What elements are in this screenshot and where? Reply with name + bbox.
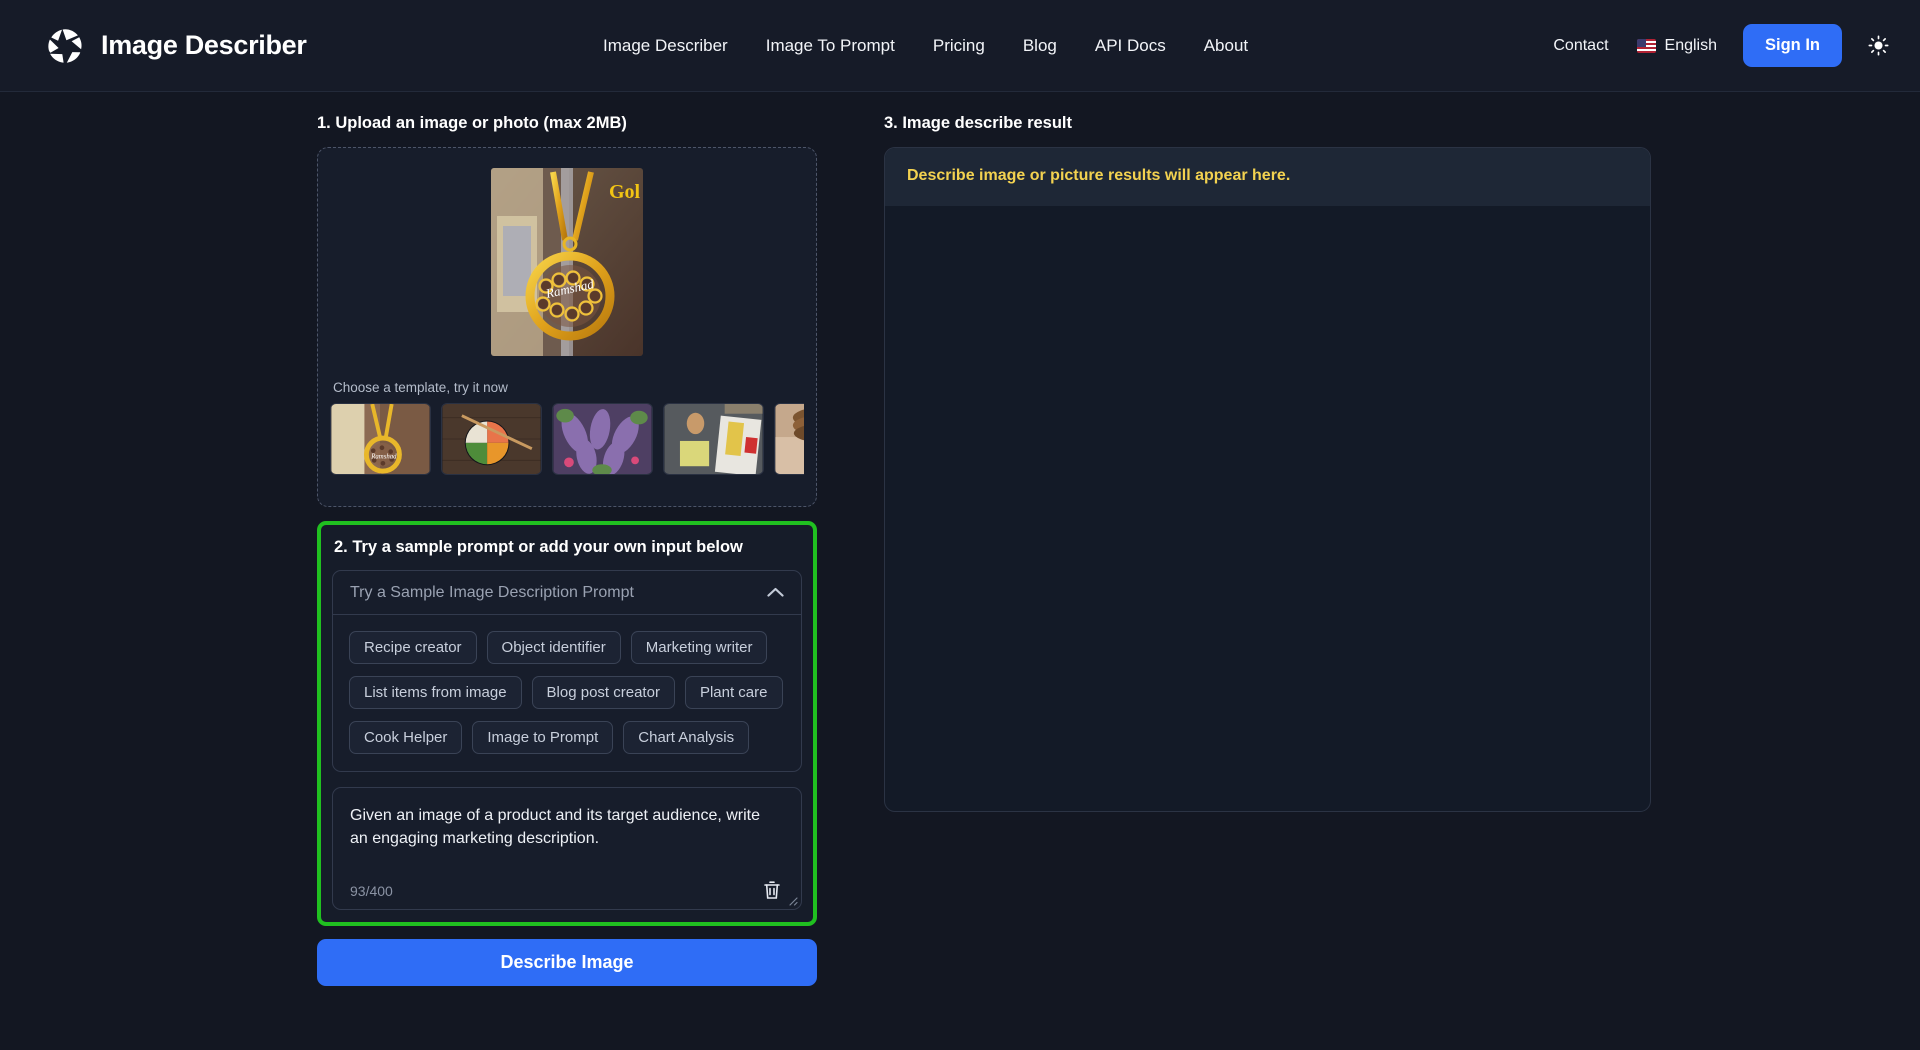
- prompt-textarea-value: Given an image of a product and its targ…: [350, 807, 761, 848]
- textarea-resize-handle[interactable]: [786, 894, 798, 906]
- right-column: 3. Image describe result Describe image …: [884, 114, 1651, 986]
- prompt-chip-list-items-from-image[interactable]: List items from image: [349, 676, 522, 709]
- preview-gold-pendant-image: Gol Ramshad: [491, 168, 643, 356]
- sign-in-button[interactable]: Sign In: [1743, 24, 1842, 67]
- thumbnail-food-bowl[interactable]: [441, 403, 542, 475]
- language-label: English: [1664, 36, 1717, 54]
- prompt-chip-object-identifier[interactable]: Object identifier: [486, 631, 621, 664]
- svg-text:Gol: Gol: [609, 181, 641, 203]
- prompt-section: 2. Try a sample prompt or add your own i…: [317, 521, 817, 926]
- us-flag-icon: [1636, 38, 1656, 53]
- prompt-chip-cook-helper[interactable]: Cook Helper: [349, 721, 463, 754]
- aperture-icon: [48, 28, 82, 63]
- thumbnail-udon-package[interactable]: [663, 403, 764, 475]
- language-switcher[interactable]: English: [1623, 29, 1731, 63]
- chevron-up-icon: [767, 587, 784, 597]
- brand-logo-link[interactable]: Image Describer: [45, 26, 307, 66]
- sun-icon: [1867, 35, 1889, 56]
- result-placeholder-text: Describe image or picture results will a…: [907, 167, 1291, 184]
- contact-link[interactable]: Contact: [1539, 29, 1622, 63]
- nav-item-blog[interactable]: Blog: [1004, 28, 1076, 64]
- prompt-chip-plant-care[interactable]: Plant care: [684, 676, 783, 709]
- template-hint-label: Choose a template, try it now: [333, 380, 508, 395]
- nav-item-about[interactable]: About: [1185, 28, 1267, 64]
- nav-item-image-describer[interactable]: Image Describer: [584, 28, 747, 64]
- brand-title: Image Describer: [101, 30, 307, 60]
- prompt-chip-marketing-writer[interactable]: Marketing writer: [630, 631, 768, 664]
- thumbnail-purple-plant[interactable]: [552, 403, 653, 475]
- describe-image-button[interactable]: Describe Image: [317, 939, 817, 986]
- template-thumbnail-row[interactable]: Ramshad: [330, 403, 804, 475]
- prompt-chip-list: Recipe creator Object identifier Marketi…: [332, 615, 802, 772]
- header-actions: Contact English Sign In: [1539, 24, 1898, 67]
- left-column: 1. Upload an image or photo (max 2MB) Go…: [317, 114, 817, 986]
- prompt-chip-image-to-prompt[interactable]: Image to Prompt: [472, 721, 614, 754]
- theme-toggle-button[interactable]: [1858, 26, 1898, 66]
- nav-item-api-docs[interactable]: API Docs: [1076, 28, 1185, 64]
- upload-dropzone[interactable]: Gol Ramshad Choose a template, try it no…: [317, 147, 817, 507]
- prompt-chip-chart-analysis[interactable]: Chart Analysis: [623, 721, 750, 754]
- nav-item-pricing[interactable]: Pricing: [914, 28, 1004, 64]
- prompt-chip-blog-post-creator[interactable]: Blog post creator: [531, 676, 675, 709]
- result-step-label: 3. Image describe result: [884, 114, 1073, 132]
- character-counter: 93/400: [350, 883, 393, 899]
- sample-prompt-select[interactable]: Try a Sample Image Description Prompt: [332, 570, 802, 615]
- thumbnail-bagel-stack[interactable]: [774, 403, 804, 475]
- main-nav: Image Describer Image To Prompt Pricing …: [584, 28, 1267, 64]
- result-panel: Describe image or picture results will a…: [884, 147, 1651, 812]
- site-header: Image Describer Image Describer Image To…: [0, 0, 1920, 92]
- upload-step-label: 1. Upload an image or photo (max 2MB): [317, 114, 627, 132]
- prompt-step-label: 2. Try a sample prompt or add your own i…: [334, 538, 743, 556]
- trash-icon[interactable]: [763, 880, 781, 900]
- prompt-chip-recipe-creator[interactable]: Recipe creator: [349, 631, 477, 664]
- main-content: 1. Upload an image or photo (max 2MB) Go…: [0, 92, 1920, 986]
- sample-prompt-select-value: Try a Sample Image Description Prompt: [350, 583, 634, 601]
- thumbnail-gold-pendant[interactable]: Ramshad: [330, 403, 431, 475]
- nav-item-image-to-prompt[interactable]: Image To Prompt: [747, 28, 914, 64]
- svg-text:Ramshad: Ramshad: [370, 453, 397, 460]
- result-header: Describe image or picture results will a…: [885, 148, 1650, 206]
- uploaded-image-preview[interactable]: Gol Ramshad: [330, 168, 804, 358]
- prompt-textarea[interactable]: Given an image of a product and its targ…: [332, 787, 802, 910]
